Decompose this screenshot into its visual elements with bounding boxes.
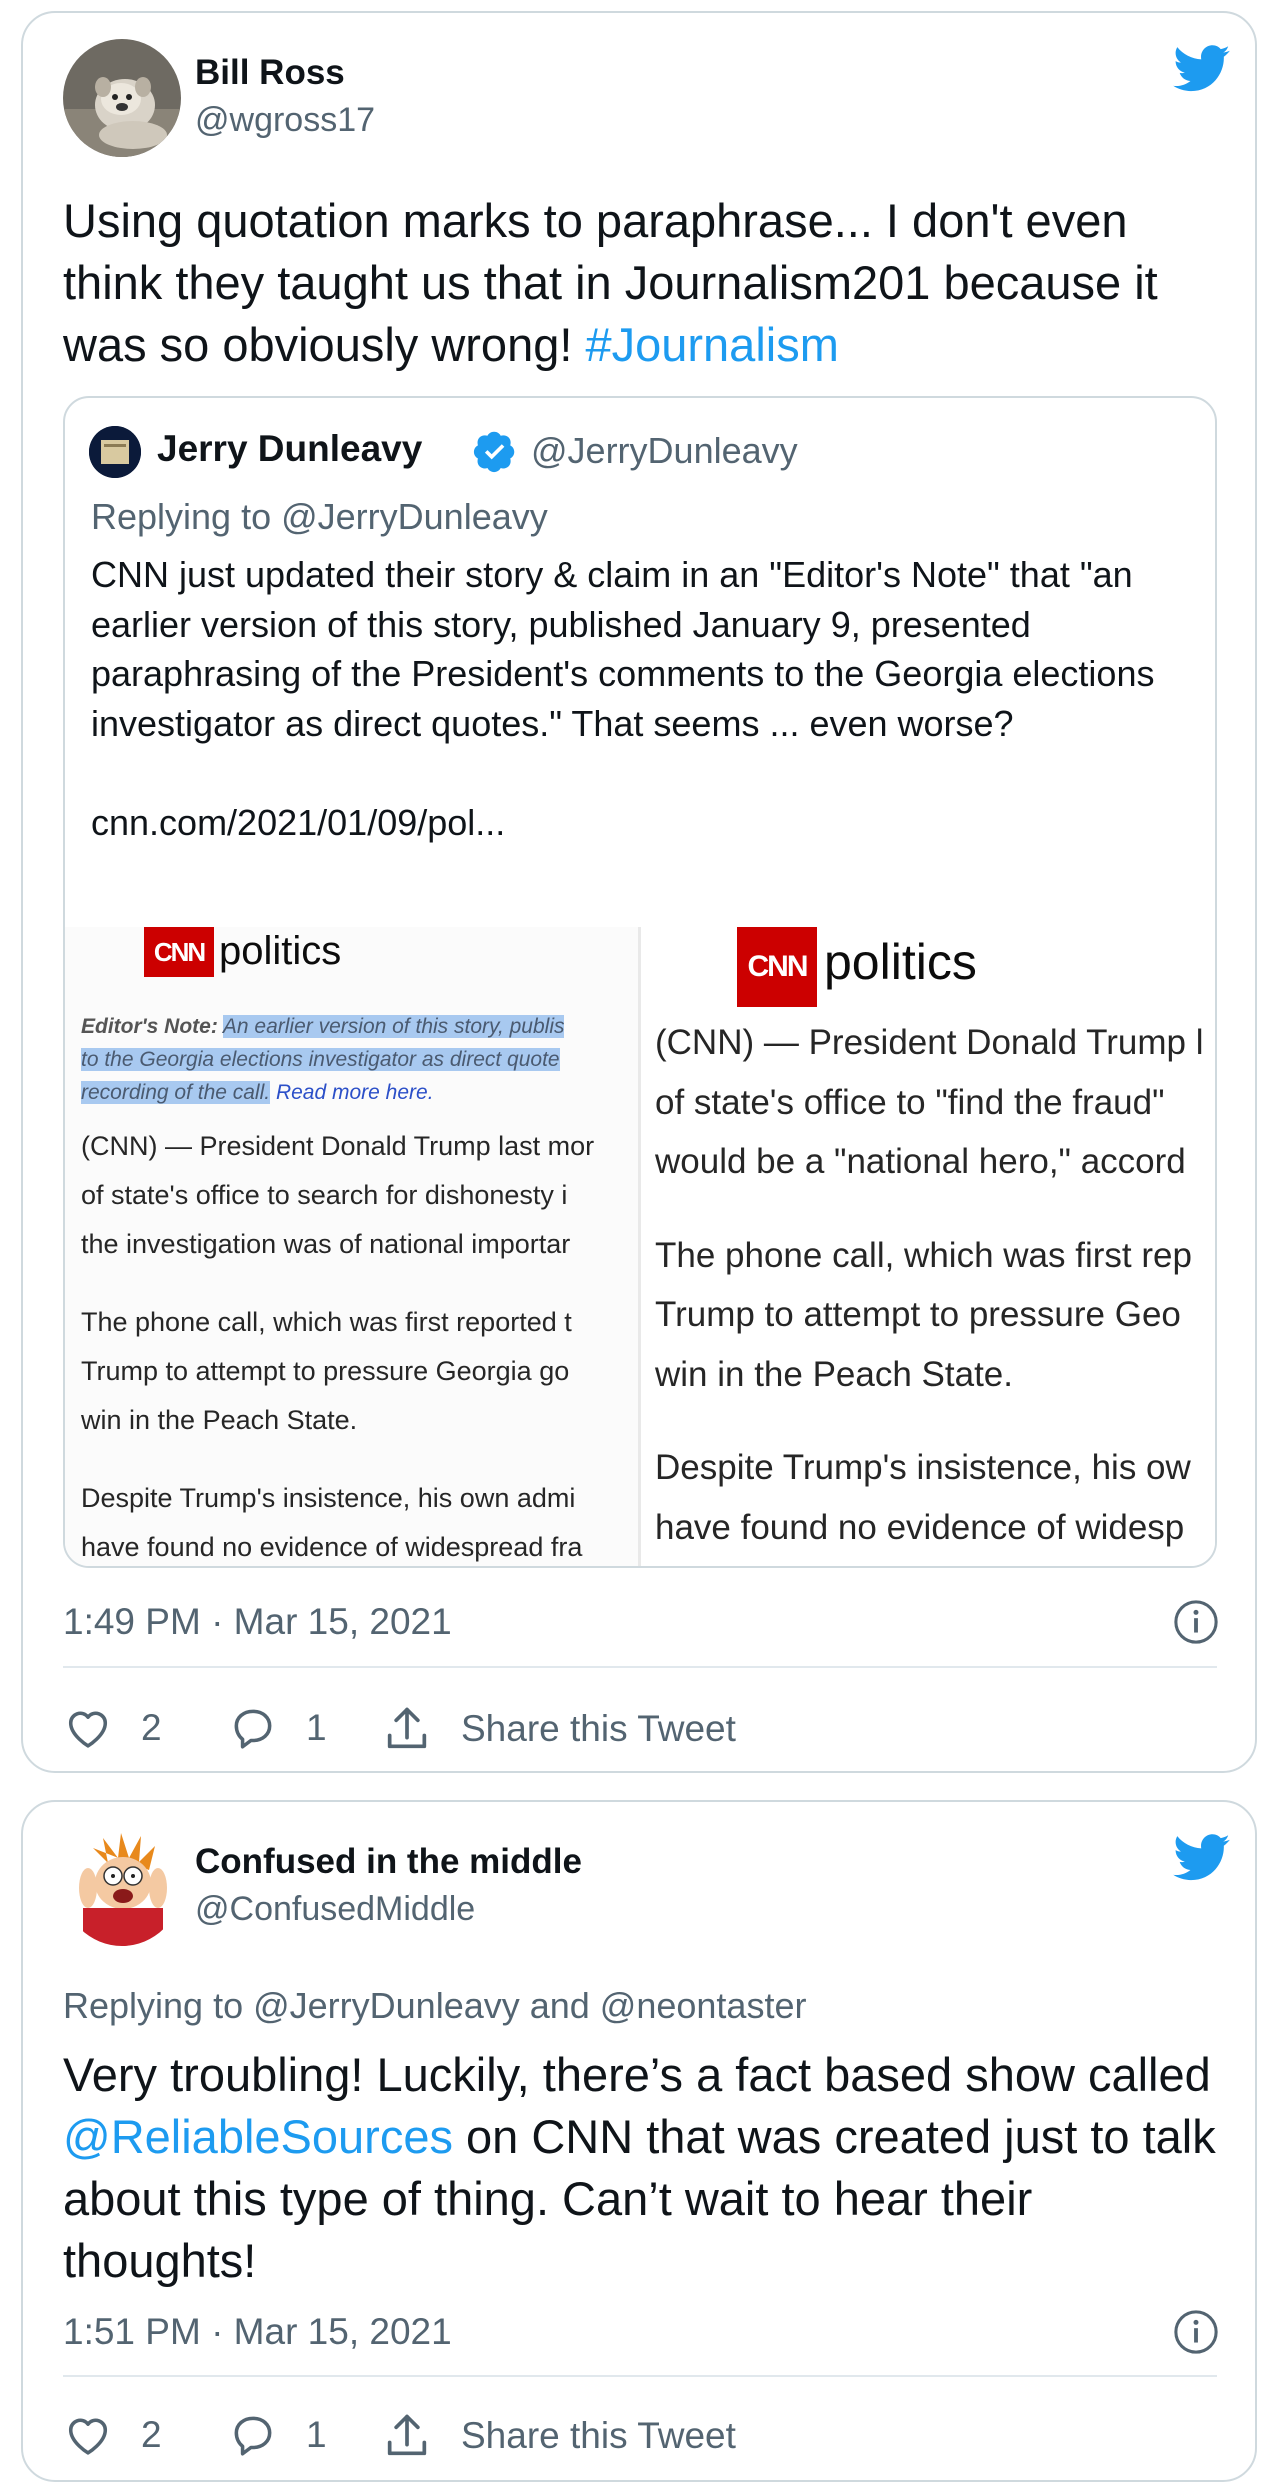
article-line: Trump to attempt to pressure Georgia go: [81, 1356, 570, 1386]
info-icon[interactable]: [1173, 1599, 1219, 1645]
article-line: win in the Peach State.: [81, 1405, 358, 1435]
article-line: Despite Trump's insistence, his ow: [655, 1448, 1191, 1487]
avatar[interactable]: [63, 39, 181, 157]
politics-section-label: politics: [824, 934, 977, 990]
twitter-bird-icon[interactable]: [1173, 45, 1231, 93]
article-line: have found no evidence of widesp: [655, 1507, 1185, 1547]
article-line: The phone call, which was first rep: [655, 1235, 1192, 1275]
reply-button[interactable]: 1: [228, 1703, 327, 1753]
cnn-logo: CNN: [144, 927, 214, 977]
attached-image-left[interactable]: CNN politics Editor's Note: An earlier v…: [65, 927, 638, 1566]
article-line: of state's office to search for dishones…: [81, 1180, 568, 1210]
editor-note-line: to the Georgia elections investigator as…: [81, 1048, 560, 1071]
read-more-link: Read more here.: [275, 1081, 434, 1104]
dog-avatar-image: [63, 39, 181, 157]
quoted-display-name[interactable]: Jerry Dunleavy: [157, 428, 422, 470]
quoted-tweet-text: CNN just updated their story & claim in …: [91, 554, 1155, 843]
display-name[interactable]: Bill Ross: [195, 53, 345, 93]
article-line: Trump to attempt to pressure Geo: [655, 1295, 1181, 1334]
like-count: 2: [141, 2414, 162, 2455]
divider: [63, 2375, 1217, 2377]
article-line: the investigation was of national import…: [81, 1229, 571, 1259]
tweet-timestamp[interactable]: 1:49 PM · Mar 15, 2021: [63, 1601, 452, 1643]
user-handle[interactable]: @ConfusedMiddle: [195, 1890, 475, 1929]
tweet-card[interactable]: Bill Ross @wgross17 Using quotation mark…: [21, 11, 1257, 1773]
cartoon-avatar-image: [63, 1828, 181, 1946]
tweet-card[interactable]: Confused in the middle @ConfusedMiddle R…: [21, 1800, 1257, 2482]
tweet-timestamp[interactable]: 1:51 PM · Mar 15, 2021: [63, 2311, 452, 2353]
mention-link[interactable]: @ReliableSources: [63, 2110, 453, 2163]
user-handle[interactable]: @wgross17: [195, 101, 375, 140]
share-button[interactable]: Share this Tweet: [381, 2410, 736, 2462]
tweet-text: Using quotation marks to paraphrase... I…: [63, 190, 1233, 376]
article-line: The phone call, which was first reported…: [81, 1307, 572, 1337]
share-icon: [387, 2414, 427, 2456]
article-line: of state's office to "find the fraud": [655, 1082, 1165, 1122]
article-line: win in the Peach State.: [655, 1354, 1013, 1394]
quoted-replying-to[interactable]: Replying to @JerryDunleavy: [91, 496, 548, 538]
politics-section-label: politics: [219, 929, 342, 973]
quoted-avatar[interactable]: [89, 426, 141, 478]
avatar[interactable]: [63, 1828, 181, 1946]
reply-icon: [234, 1709, 272, 1749]
reply-count: 1: [306, 1707, 327, 1748]
attached-image-right[interactable]: CNN politics (CNN) — President Donald Tr…: [641, 927, 1215, 1566]
article-text: (CNN) — President Donald Trump last mor …: [81, 1122, 595, 1566]
quoted-avatar-image: [89, 426, 141, 478]
display-name[interactable]: Confused in the middle: [195, 1842, 582, 1882]
reply-icon: [234, 2416, 272, 2456]
article-text: (CNN) — President Donald Trump l of stat…: [655, 1013, 1204, 1557]
heart-icon: [68, 1711, 108, 1748]
heart-icon: [68, 2418, 108, 2455]
share-label: Share this Tweet: [461, 1708, 736, 1749]
replying-to[interactable]: Replying to @JerryDunleavy and @neontast…: [63, 1985, 806, 2027]
share-label: Share this Tweet: [461, 2415, 736, 2456]
share-icon: [387, 1707, 427, 1749]
article-line: (CNN) — President Donald Trump l: [655, 1023, 1204, 1062]
reply-count: 1: [306, 2414, 327, 2455]
article-line: have found no evidence of widespread fra: [81, 1532, 583, 1562]
info-icon[interactable]: [1173, 2309, 1219, 2355]
cnn-logo: CNN: [737, 927, 817, 1007]
article-line: (CNN) — President Donald Trump last mor: [81, 1131, 595, 1161]
reply-button[interactable]: 1: [228, 2410, 327, 2460]
twitter-bird-icon[interactable]: [1173, 1834, 1231, 1882]
editor-note-label: Editor's Note:: [81, 1015, 218, 1038]
article-line: would be a "national hero," accord: [655, 1142, 1186, 1181]
divider: [63, 1666, 1217, 1668]
like-button[interactable]: 2: [63, 2410, 162, 2460]
tweet-text: Very troubling! Luckily, there’s a fact …: [63, 2044, 1238, 2292]
like-count: 2: [141, 1707, 162, 1748]
like-button[interactable]: 2: [63, 1703, 162, 1753]
editor-note-line: recording of the call.: [81, 1081, 271, 1104]
share-button[interactable]: Share this Tweet: [381, 1703, 736, 1755]
hashtag-link[interactable]: #Journalism: [585, 318, 838, 371]
quoted-tweet[interactable]: Jerry Dunleavy @JerryDunleavy Replying t…: [63, 396, 1217, 1568]
article-line: Despite Trump's insistence, his own admi: [81, 1483, 576, 1513]
tweet-text-body: Very troubling! Luckily, there’s a fact …: [63, 2048, 1211, 2101]
verified-badge-icon: [473, 431, 515, 473]
editor-note: Editor's Note: An earlier version of thi…: [81, 1010, 565, 1109]
editor-note-line: An earlier version of this story, publis: [222, 1015, 565, 1038]
quoted-user-handle[interactable]: @JerryDunleavy: [531, 430, 798, 472]
